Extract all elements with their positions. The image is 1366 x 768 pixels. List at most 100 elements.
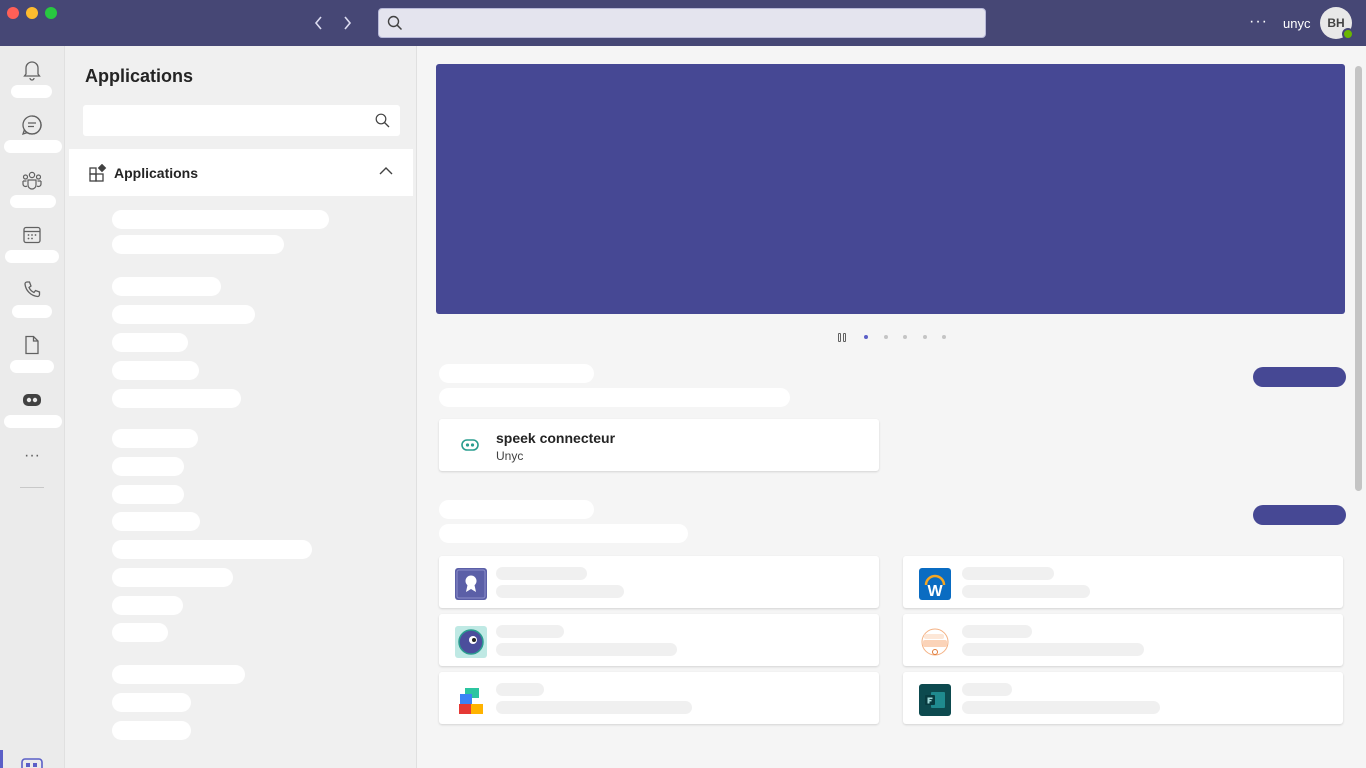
section-title-placeholder	[439, 364, 594, 383]
rail-item-calls[interactable]	[0, 270, 65, 320]
app-rail: ···	[0, 46, 65, 768]
rail-label-placeholder	[12, 305, 52, 318]
list-item-placeholder	[112, 512, 200, 531]
rail-item-calendar[interactable]	[0, 215, 65, 265]
featured-app-card[interactable]: speek connecteur Unyc	[439, 419, 879, 471]
bot-icon	[20, 388, 44, 412]
rail-label-placeholder	[10, 195, 56, 208]
apps-search[interactable]	[83, 105, 400, 136]
calendar-icon	[20, 223, 44, 247]
bell-icon	[20, 58, 44, 82]
list-item-placeholder	[112, 485, 184, 504]
settings-more-button[interactable]: ···	[1249, 13, 1268, 31]
app-card[interactable]	[903, 672, 1343, 724]
list-item-placeholder	[112, 210, 329, 229]
rail-item-chat[interactable]	[0, 105, 65, 155]
phone-icon	[20, 278, 44, 302]
carousel-dot[interactable]	[942, 335, 946, 339]
apps-icon	[21, 758, 43, 768]
presence-available-icon	[1342, 28, 1354, 40]
section-label: Applications	[114, 165, 199, 181]
rail-label-placeholder	[10, 360, 54, 373]
section-title-placeholder	[439, 500, 594, 519]
minimize-window-button[interactable]	[26, 7, 38, 19]
hero-banner[interactable]	[436, 64, 1345, 314]
avatar[interactable]: BH	[1320, 7, 1354, 40]
teams-icon	[20, 168, 44, 192]
app-card[interactable]: W	[903, 556, 1343, 608]
rail-divider	[20, 487, 44, 488]
active-indicator	[0, 750, 3, 768]
search-icon	[387, 15, 403, 31]
chevron-up-icon[interactable]	[379, 166, 393, 176]
rail-item-activity[interactable]	[0, 50, 65, 100]
see-all-button[interactable]	[1253, 505, 1346, 525]
zoom-window-button[interactable]	[45, 7, 57, 19]
scrollbar[interactable]	[1355, 66, 1362, 491]
list-item-placeholder	[112, 277, 221, 296]
blocks-logo	[455, 684, 487, 716]
apps-panel: Applications Applications	[65, 46, 417, 768]
rail-item-files[interactable]	[0, 325, 65, 375]
svg-text:W: W	[927, 583, 943, 600]
carousel-dot[interactable]	[883, 335, 888, 339]
list-item-placeholder	[112, 361, 199, 380]
bot-face-logo	[455, 626, 487, 658]
app-card[interactable]	[439, 556, 879, 608]
carousel-dot[interactable]	[922, 335, 927, 339]
chevron-right-icon	[344, 16, 352, 30]
rail-item-more[interactable]: ···	[0, 438, 65, 488]
list-item-placeholder	[112, 457, 184, 476]
file-icon	[20, 333, 44, 357]
applications-section-header[interactable]: Applications	[69, 149, 413, 196]
list-item-placeholder	[112, 693, 191, 712]
app-publisher: Unyc	[496, 449, 524, 463]
rail-item-teams[interactable]	[0, 160, 65, 210]
ribbon-logo	[455, 568, 487, 600]
apps-search-input[interactable]	[91, 111, 361, 131]
list-item-placeholder	[112, 429, 198, 448]
pause-icon[interactable]	[838, 332, 846, 342]
carousel-dot[interactable]	[864, 335, 868, 339]
title-bar: ··· unyc BH	[0, 0, 1366, 46]
section-subtitle-placeholder	[439, 388, 790, 407]
avatar-initials: BH	[1327, 16, 1345, 30]
more-icon: ···	[24, 447, 40, 464]
global-search[interactable]	[378, 8, 986, 38]
list-item-placeholder	[112, 540, 312, 559]
list-item-placeholder	[112, 389, 241, 408]
close-window-button[interactable]	[7, 7, 19, 19]
rail-item-bot[interactable]	[0, 380, 65, 430]
section-subtitle-placeholder	[439, 524, 688, 543]
app-card[interactable]	[903, 614, 1343, 666]
app-card[interactable]	[439, 672, 879, 724]
org-name[interactable]: unyc	[1283, 16, 1310, 31]
panel-title: Applications	[85, 66, 194, 86]
apps-add-icon	[89, 164, 107, 182]
w-logo: W	[919, 568, 951, 600]
rail-label-placeholder	[11, 85, 52, 98]
rail-label-placeholder	[5, 250, 59, 263]
carousel-dot[interactable]	[903, 335, 907, 339]
list-item-placeholder	[112, 333, 188, 352]
list-item-placeholder	[112, 665, 245, 684]
main-content: speek connecteur Unyc W	[418, 46, 1366, 768]
rail-label-placeholder	[4, 415, 62, 428]
forward-button[interactable]	[337, 12, 357, 34]
list-item-placeholder	[112, 305, 255, 324]
rail-item-apps[interactable]	[0, 750, 65, 768]
see-all-button[interactable]	[1253, 367, 1346, 387]
list-item-placeholder	[112, 721, 191, 740]
list-item-placeholder	[112, 596, 183, 615]
back-button[interactable]	[309, 12, 329, 34]
list-item-placeholder	[112, 568, 233, 587]
bot-icon	[461, 438, 479, 457]
app-card[interactable]	[439, 614, 879, 666]
app-name: speek connecteur	[496, 430, 616, 446]
list-item-placeholder	[112, 623, 168, 642]
list-item-placeholder	[112, 235, 284, 254]
rail-label-placeholder	[4, 140, 62, 153]
suite-prog-logo	[919, 626, 951, 658]
global-search-input[interactable]	[409, 13, 969, 33]
search-icon[interactable]	[375, 113, 390, 128]
